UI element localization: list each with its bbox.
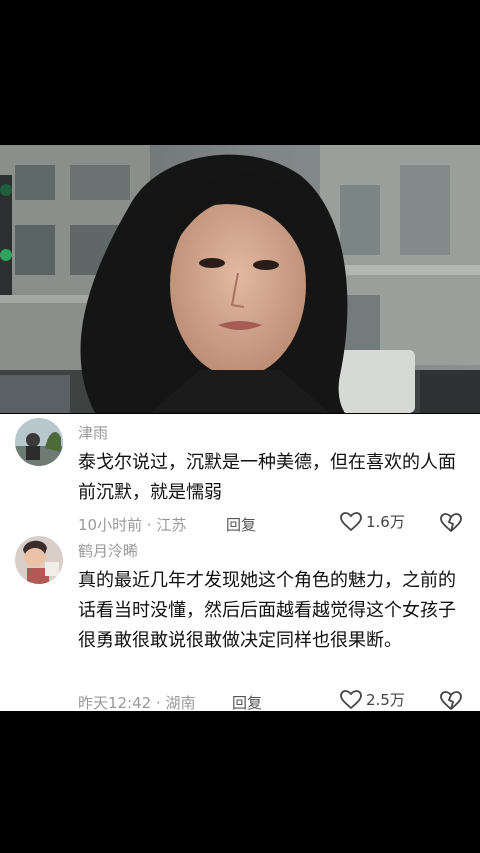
broken-heart-outline-icon	[440, 691, 462, 711]
comment-username[interactable]: 鹤月泠晞	[78, 540, 138, 561]
avatar-image	[15, 536, 63, 584]
heart-outline-icon	[340, 511, 362, 531]
dislike-button[interactable]	[440, 691, 462, 715]
like-button[interactable]: 2.5万	[340, 689, 405, 710]
heart-outline-icon	[340, 689, 362, 709]
comment-text: 真的最近几年才发现她这个角色的魅力，之前的话看当时没懂，然后后面越看越觉得这个女…	[78, 570, 456, 651]
reply-button[interactable]: 回复	[232, 692, 262, 713]
film-still-image	[0, 145, 480, 413]
comment-item: 鹤月泠晞 真的最近几年才发现她这个角色的魅力，之前的话看当时没懂，然后后面越看越…	[0, 532, 480, 713]
comment-time-location: 昨天12:42 · 湖南	[78, 694, 196, 712]
comment-item: 津雨 泰戈尔说过，沉默是一种美德，但在喜欢的人面前沉默，就是懦弱 10小时前 ·…	[0, 414, 480, 534]
like-count: 1.6万	[366, 513, 405, 531]
video-frame[interactable]	[0, 145, 480, 413]
comments-panel: 津雨 泰戈尔说过，沉默是一种美德，但在喜欢的人面前沉默，就是懦弱 10小时前 ·…	[0, 414, 480, 713]
comment-text: 泰戈尔说过，沉默是一种美德，但在喜欢的人面前沉默，就是懦弱	[78, 452, 456, 503]
comment-username[interactable]: 津雨	[78, 422, 108, 443]
avatar-image	[15, 418, 63, 466]
like-count: 2.5万	[366, 691, 405, 709]
like-button[interactable]: 1.6万	[340, 511, 405, 532]
broken-heart-outline-icon	[440, 513, 462, 533]
avatar[interactable]	[15, 418, 63, 466]
avatar[interactable]	[15, 536, 63, 584]
